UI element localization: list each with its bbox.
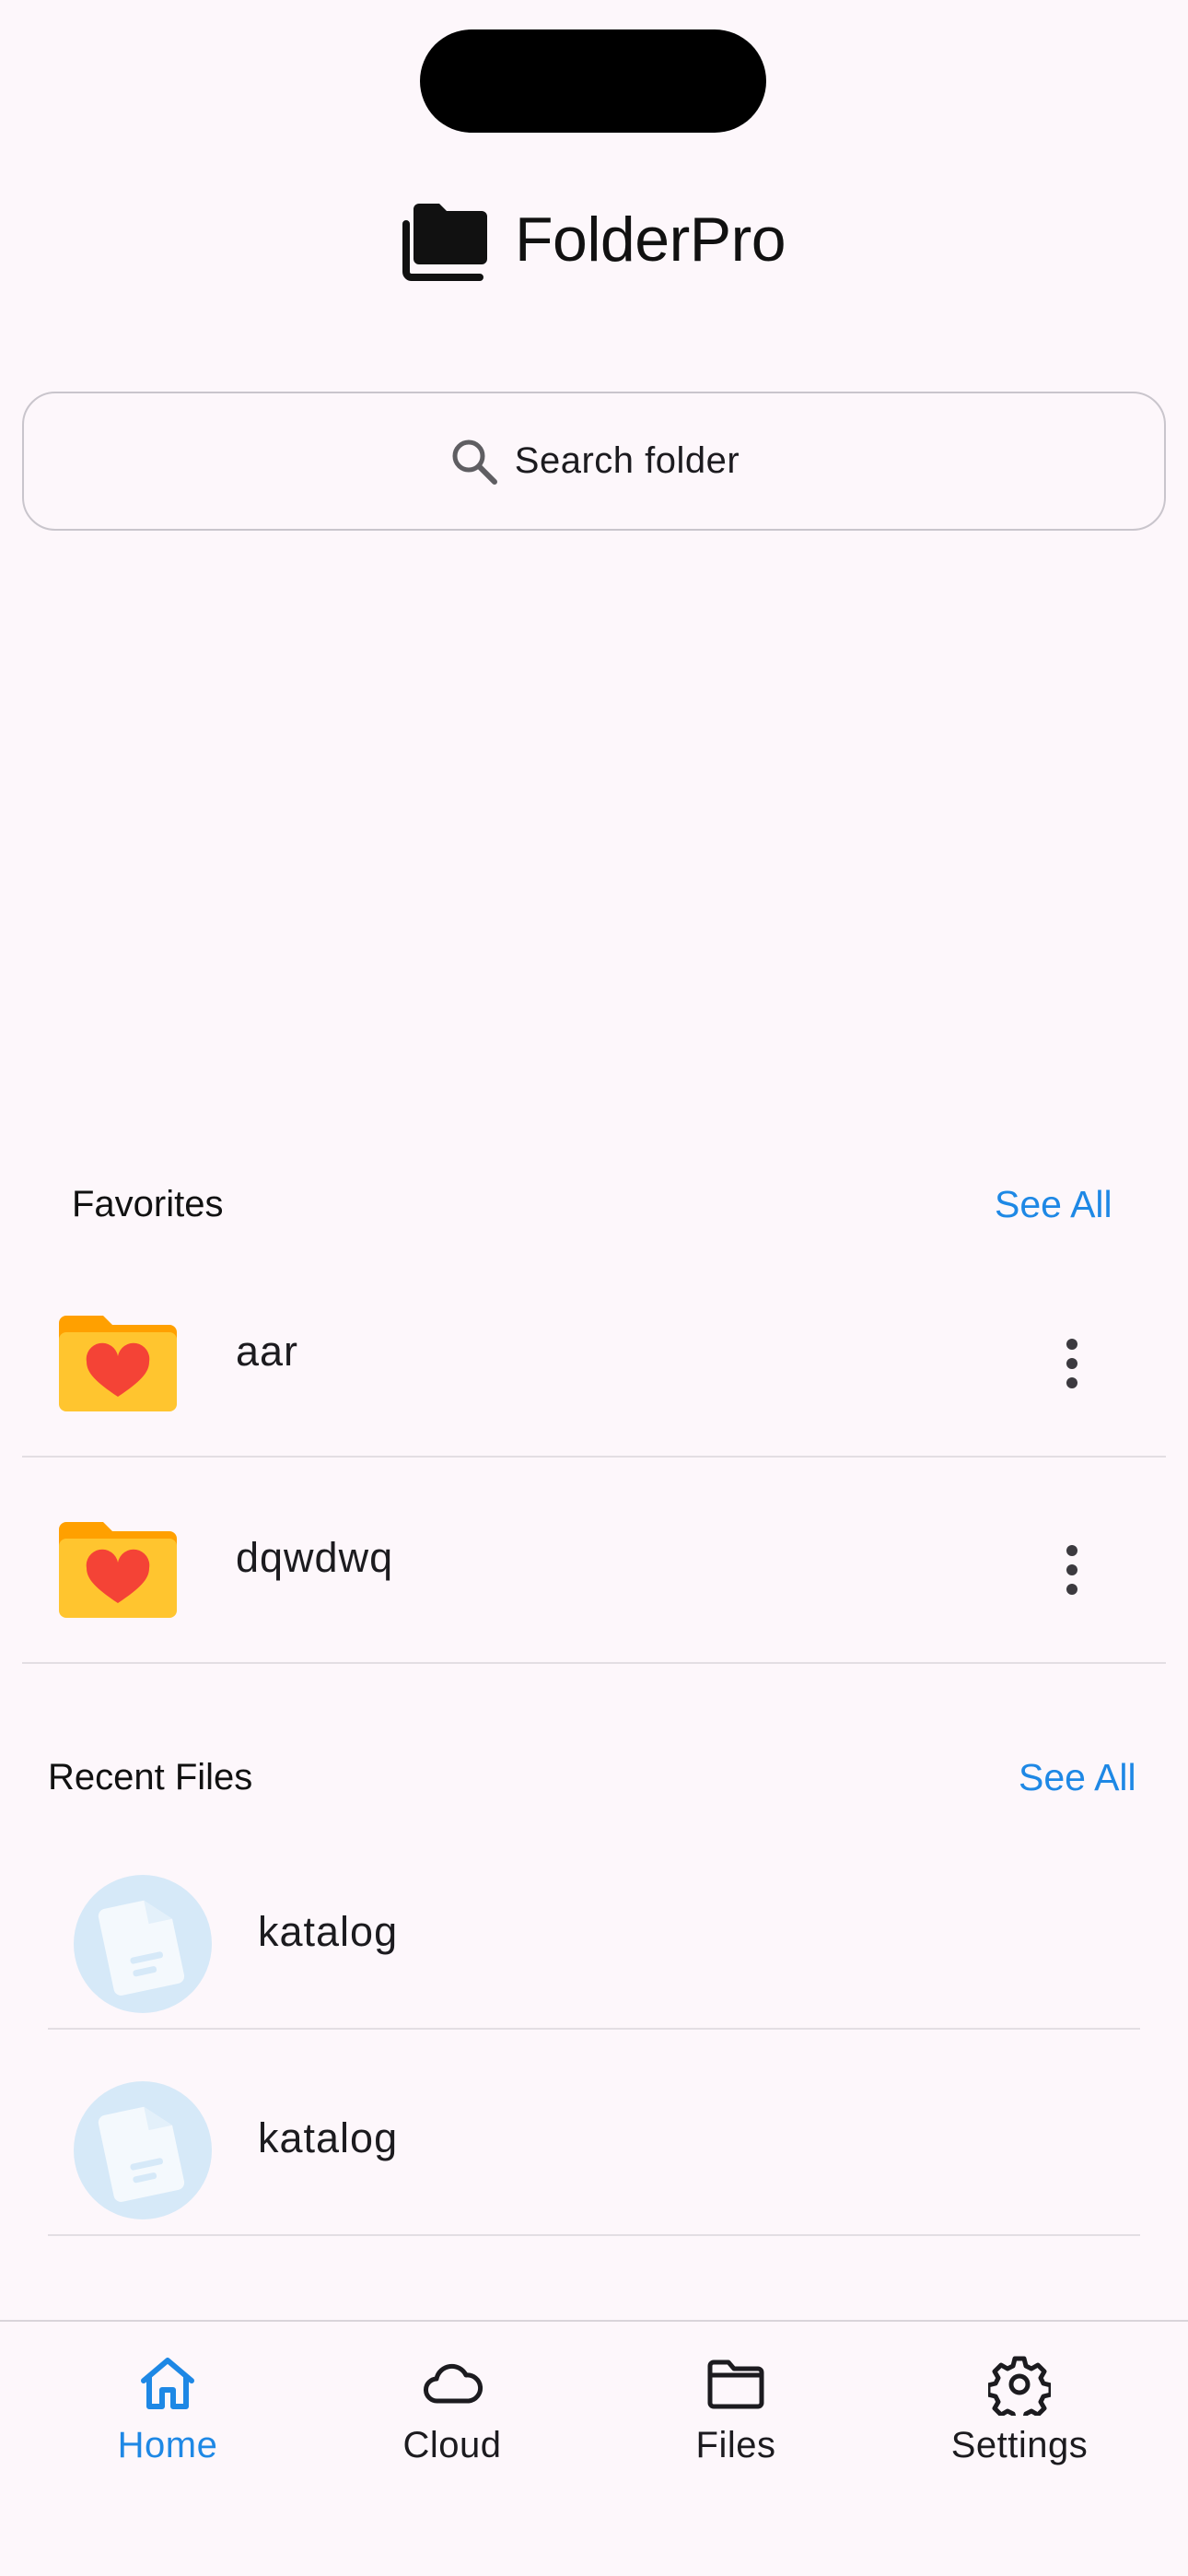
recent-files-see-all-link[interactable]: See All [1019,1756,1136,1799]
more-options-icon[interactable] [1044,1533,1100,1607]
nav-home-label: Home [117,2425,218,2465]
home-icon [141,2358,194,2409]
cloud-icon [424,2363,483,2404]
gear-icon [988,2356,1051,2416]
file-avatar [74,1875,212,2013]
bottom-navigation: Home Cloud Files Settings [0,2320,1188,2576]
file-avatar [74,2081,212,2219]
recent-files-title: Recent Files [48,1757,253,1797]
favorite-folder-icon [59,1522,177,1618]
recent-file-name: katalog [258,2114,399,2161]
divider [48,2028,1140,2030]
nav-settings[interactable]: Settings [904,2322,1135,2506]
document-icon [98,2106,185,2202]
divider [22,1456,1166,1458]
nav-cloud-label: Cloud [402,2425,502,2465]
app-title: FolderPro [514,205,786,275]
nav-home[interactable]: Home [52,2322,283,2506]
favorite-folder-icon [59,1316,177,1411]
nav-files-label: Files [695,2425,776,2465]
screen: FolderPro Search folder Favorites See Al… [0,0,1188,2576]
search-placeholder: Search folder [514,440,740,481]
favorite-folder-row[interactable]: aar [22,1271,1166,1456]
nav-settings-label: Settings [950,2425,1089,2465]
favorite-folder-name: dqwdwq [236,1534,394,1581]
folders-logo-icon [402,204,487,281]
search-bar[interactable]: Search folder [22,392,1166,531]
divider [22,1662,1166,1664]
recent-file-row[interactable]: katalog [48,1861,1140,2027]
dynamic-island [420,29,766,133]
favorite-folder-name: aar [236,1328,299,1375]
more-options-icon[interactable] [1044,1327,1100,1400]
nav-files[interactable]: Files [621,2322,851,2506]
favorites-title: Favorites [72,1184,224,1224]
recent-file-name: katalog [258,1908,399,1955]
nav-cloud[interactable]: Cloud [337,2322,567,2506]
search-icon [452,439,497,485]
document-icon [98,1900,185,1996]
favorite-folder-row[interactable]: dqwdwq [22,1478,1166,1662]
favorites-see-all-link[interactable]: See All [995,1183,1112,1226]
divider [48,2234,1140,2236]
folder-icon [707,2359,764,2409]
recent-file-row[interactable]: katalog [48,2067,1140,2233]
app-header: FolderPro [0,193,1188,286]
